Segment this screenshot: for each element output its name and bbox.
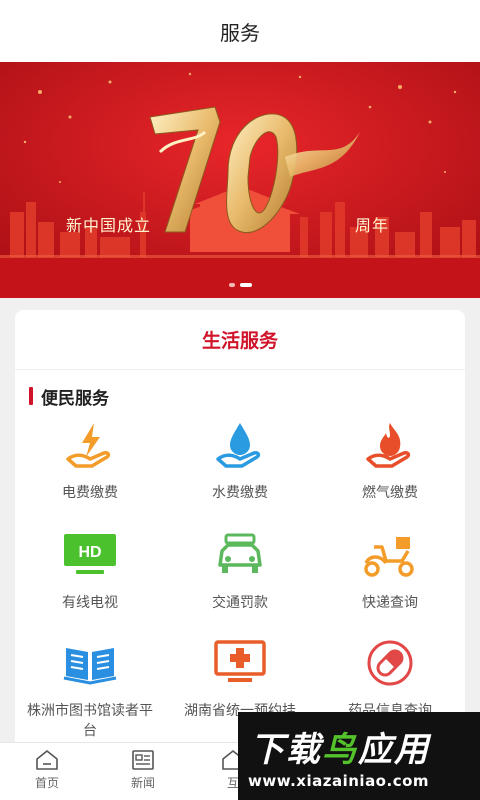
- service-label: 燃气缴费: [362, 485, 418, 501]
- tab-home[interactable]: 首页: [12, 749, 82, 791]
- water-icon: [210, 415, 270, 475]
- watermark-url: www.xiazainiao.com: [248, 772, 430, 790]
- service-label: 水费缴费: [212, 485, 268, 501]
- watermark-overlay: 下载鸟应用 www.xiazainiao.com: [238, 712, 480, 800]
- pill-icon: [360, 633, 420, 693]
- page-title: 服务: [220, 20, 260, 45]
- service-label: 电费缴费: [62, 485, 118, 501]
- card-title: 生活服务: [15, 310, 465, 370]
- banner-carousel[interactable]: 新中国成立 周年: [0, 62, 480, 298]
- watermark-title-part2: 鸟: [322, 730, 358, 770]
- watermark-title-part3: 应用: [358, 730, 430, 770]
- service-label: 有线电视: [62, 595, 118, 611]
- service-traffic-fine[interactable]: 交通罚款: [165, 525, 315, 613]
- svg-text:HD: HD: [78, 544, 101, 561]
- service-water[interactable]: 水费缴费: [165, 415, 315, 503]
- service-express[interactable]: 快递查询: [315, 525, 465, 613]
- service-library[interactable]: 株洲市图书馆读者平台: [15, 633, 165, 741]
- section-title: 便民服务: [29, 385, 109, 409]
- service-electricity[interactable]: 电费缴费: [15, 415, 165, 503]
- news-icon: [132, 750, 154, 770]
- app-screen: 服务 新中国成立 周年 生活服务 便民服务 电费缴费 水费缴费 燃气缴费 HD …: [0, 0, 480, 800]
- scooter-icon: [360, 525, 420, 585]
- tab-label: 新闻: [130, 776, 155, 790]
- banner-text-right: 周年: [355, 216, 390, 235]
- service-label: 株洲市图书馆读者平台: [27, 703, 153, 739]
- carousel-dot-active[interactable]: [239, 283, 252, 287]
- watermark-title: 下载鸟应用: [250, 722, 430, 771]
- banner-text-left: 新中国成立: [66, 216, 152, 235]
- electricity-icon: [60, 415, 120, 475]
- service-gas[interactable]: 燃气缴费: [315, 415, 465, 503]
- watermark-title-part1: 下载: [250, 730, 322, 770]
- tv-hd-icon: HD: [60, 525, 120, 585]
- service-drug-info[interactable]: 药品信息查询: [315, 633, 465, 721]
- section-accent-bar: [29, 387, 33, 405]
- service-label: 交通罚款: [212, 595, 268, 611]
- medical-icon: [210, 633, 270, 693]
- carousel-dot[interactable]: [228, 283, 235, 287]
- service-cable-tv[interactable]: HD 有线电视: [15, 525, 165, 613]
- service-label: 快递查询: [362, 595, 418, 611]
- top-header: 服务: [0, 0, 480, 62]
- tab-news[interactable]: 新闻: [108, 749, 178, 791]
- carousel-indicator: [0, 283, 480, 287]
- tab-label: 首页: [34, 776, 59, 790]
- service-hospital-booking[interactable]: 湖南省统一预约挂: [165, 633, 315, 721]
- car-icon: [210, 525, 270, 585]
- gas-flame-icon: [360, 415, 420, 475]
- book-icon: [60, 633, 120, 693]
- section-title-text: 便民服务: [41, 388, 109, 409]
- home-icon: [36, 750, 58, 770]
- banner-artwork: [0, 62, 480, 298]
